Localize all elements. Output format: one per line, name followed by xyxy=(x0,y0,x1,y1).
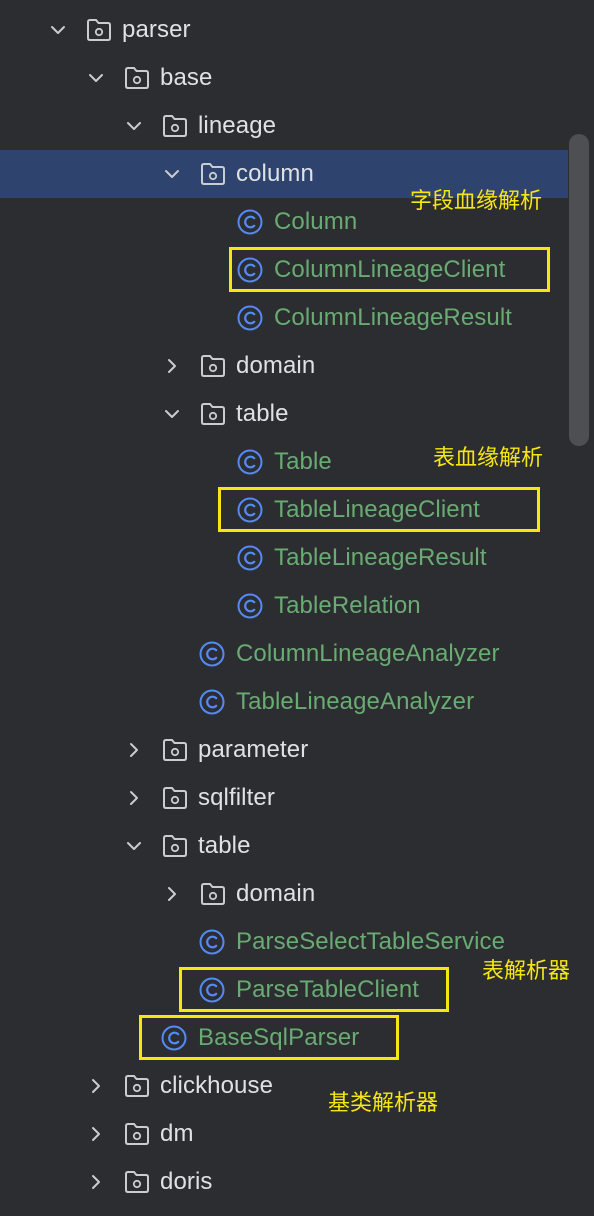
highlight-box xyxy=(179,967,449,1012)
tree-folder-row[interactable]: doris xyxy=(0,1158,568,1206)
tree-item-label: TableRelation xyxy=(274,592,421,619)
tree-item-label: TableLineageResult xyxy=(274,544,487,571)
folder-icon xyxy=(124,1170,150,1194)
tree-item-label: table xyxy=(236,400,289,427)
tree-item-label: ColumnLineageAnalyzer xyxy=(236,640,500,667)
folder-icon xyxy=(86,18,112,42)
folder-icon xyxy=(200,354,226,378)
folder-icon xyxy=(200,162,226,186)
tree-item-label: doris xyxy=(160,1168,213,1195)
tree-folder-row[interactable]: dm xyxy=(0,1110,568,1158)
folder-icon xyxy=(124,1122,150,1146)
chevron-down-icon[interactable] xyxy=(88,70,104,86)
chevron-right-icon[interactable] xyxy=(88,1126,104,1142)
folder-icon xyxy=(200,402,226,426)
tree-item-label: ColumnLineageResult xyxy=(274,304,513,331)
folder-icon xyxy=(162,738,188,762)
vertical-scrollbar[interactable] xyxy=(569,134,589,446)
tree-item-label: lineage xyxy=(198,112,277,139)
tree-item-label: base xyxy=(160,64,213,91)
class-icon xyxy=(199,689,225,715)
chevron-right-icon[interactable] xyxy=(126,742,142,758)
tree-item-label: table xyxy=(198,832,251,859)
folder-icon xyxy=(162,834,188,858)
tree-item-label: clickhouse xyxy=(160,1072,274,1099)
tree-item-label: Table xyxy=(274,448,332,475)
tree-item-label: Column xyxy=(274,208,358,235)
chevron-down-icon[interactable] xyxy=(126,838,142,854)
class-icon xyxy=(199,641,225,667)
tree-folder-row[interactable]: base xyxy=(0,54,568,102)
chevron-down-icon[interactable] xyxy=(164,166,180,182)
tree-item-label: dm xyxy=(160,1120,194,1147)
tree-folder-row[interactable]: sqlfilter xyxy=(0,774,568,822)
chevron-down-icon[interactable] xyxy=(50,22,66,38)
tree-item-label: column xyxy=(236,160,314,187)
tree-folder-row[interactable]: lineage xyxy=(0,102,568,150)
annotation-label: 字段血缘解析 xyxy=(410,189,543,214)
folder-icon xyxy=(124,1074,150,1098)
chevron-right-icon[interactable] xyxy=(164,886,180,902)
highlight-box xyxy=(139,1015,399,1060)
class-icon xyxy=(237,209,263,235)
folder-icon xyxy=(200,882,226,906)
tree-folder-row[interactable]: clickhouse xyxy=(0,1062,568,1110)
tree-folder-row[interactable]: domain xyxy=(0,870,568,918)
highlight-box xyxy=(218,487,540,532)
tree-class-row[interactable]: ColumnLineageAnalyzer xyxy=(0,630,568,678)
tree-folder-row[interactable]: parameter xyxy=(0,726,568,774)
tree-folder-row[interactable]: table xyxy=(0,822,568,870)
class-icon xyxy=(237,449,263,475)
tree-item-label: domain xyxy=(236,352,316,379)
tree-item-label: ParseSelectTableService xyxy=(236,928,506,955)
class-icon xyxy=(237,545,263,571)
folder-icon xyxy=(162,114,188,138)
chevron-right-icon[interactable] xyxy=(88,1078,104,1094)
chevron-right-icon[interactable] xyxy=(164,358,180,374)
chevron-right-icon[interactable] xyxy=(126,790,142,806)
project-tree: parser base lineage column Column ColumnLinea… xyxy=(0,0,594,1216)
tree-folder-row[interactable]: table xyxy=(0,390,568,438)
folder-icon xyxy=(162,786,188,810)
tree-item-label: sqlfilter xyxy=(198,784,275,811)
chevron-down-icon[interactable] xyxy=(164,406,180,422)
class-icon xyxy=(237,593,263,619)
tree-folder-row[interactable]: domain xyxy=(0,342,568,390)
annotation-label: 表解析器 xyxy=(482,959,571,984)
highlight-box xyxy=(229,247,550,292)
tree-folder-row[interactable]: parser xyxy=(0,6,568,54)
annotation-label: 表血缘解析 xyxy=(433,446,544,471)
tree-item-label: TableLineageAnalyzer xyxy=(236,688,475,715)
class-icon xyxy=(237,305,263,331)
chevron-right-icon[interactable] xyxy=(88,1174,104,1190)
tree-class-row[interactable]: TableLineageAnalyzer xyxy=(0,678,568,726)
tree-item-label: parameter xyxy=(198,736,309,763)
tree-class-row[interactable]: ColumnLineageResult xyxy=(0,294,568,342)
annotation-label: 基类解析器 xyxy=(328,1091,439,1116)
tree-item-label: domain xyxy=(236,880,316,907)
class-icon xyxy=(199,929,225,955)
folder-icon xyxy=(124,66,150,90)
tree-item-label: parser xyxy=(122,16,191,43)
tree-class-row[interactable]: TableRelation xyxy=(0,582,568,630)
chevron-down-icon[interactable] xyxy=(126,118,142,134)
tree-class-row[interactable]: TableLineageResult xyxy=(0,534,568,582)
